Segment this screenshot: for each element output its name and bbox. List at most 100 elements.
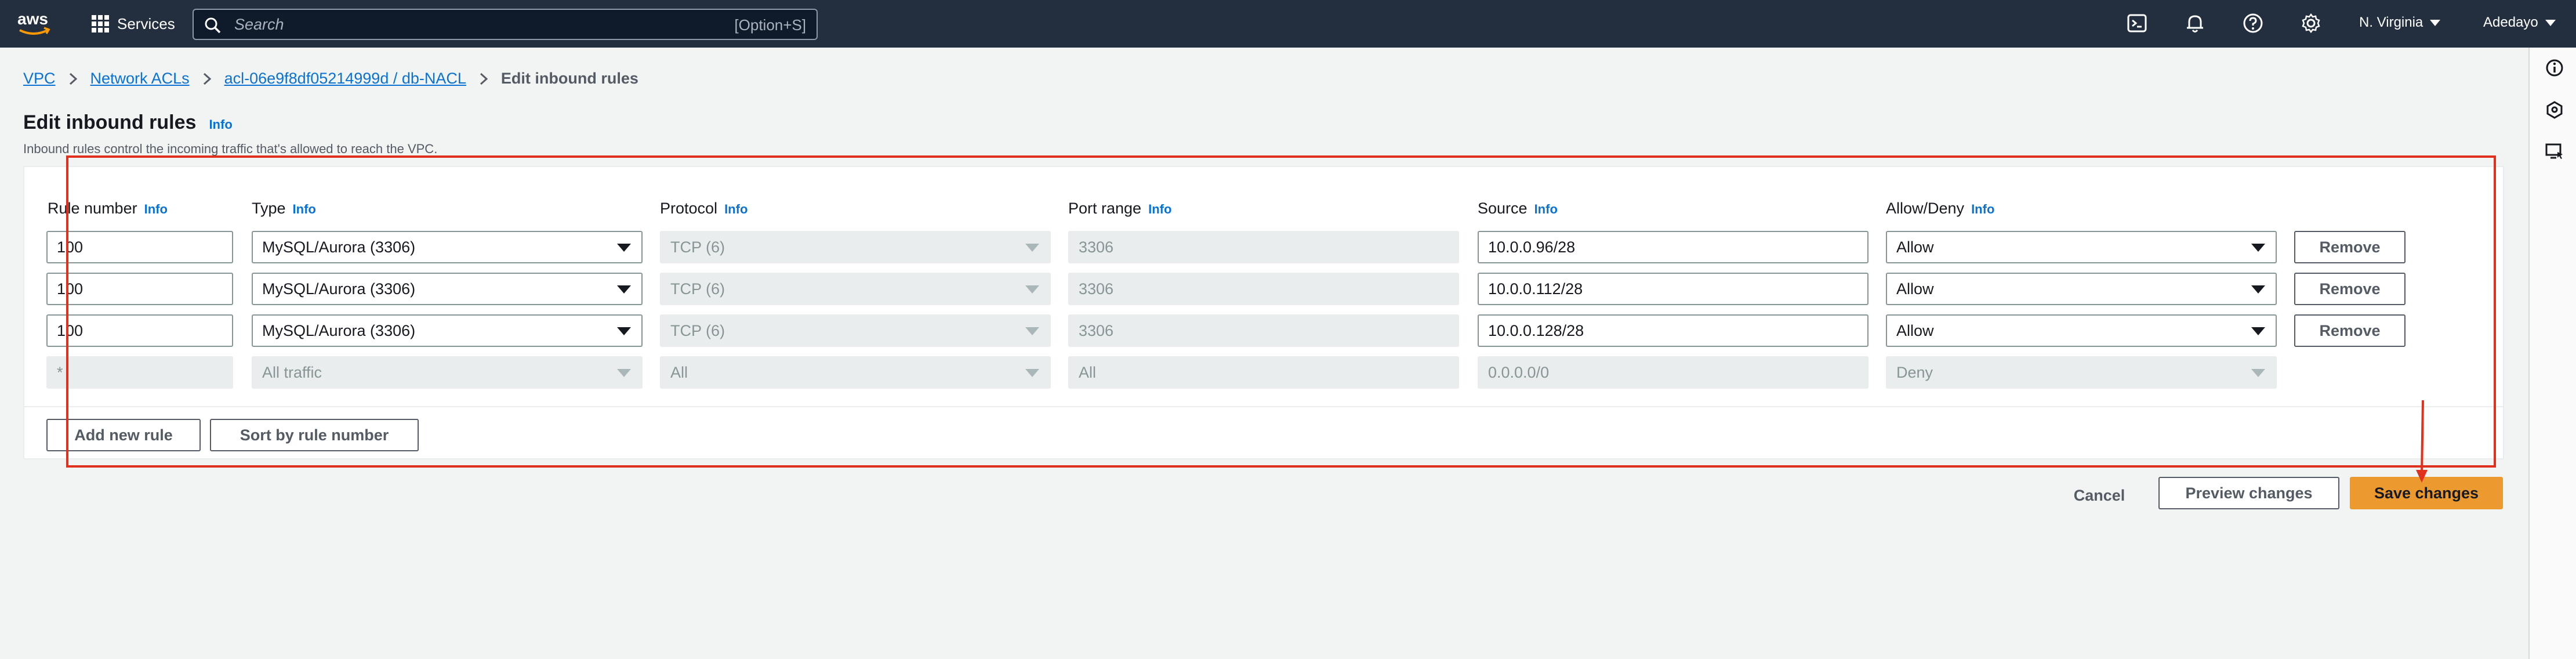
protocol-value: TCP (6): [670, 280, 725, 298]
type-value: MySQL/Aurora (3306): [262, 321, 416, 339]
caret-down-icon: [2430, 19, 2441, 26]
default-type-select: All traffic: [252, 356, 643, 389]
column-label: Allow/Deny: [1886, 200, 1965, 217]
caret-down-icon: [1025, 327, 1039, 335]
page-title-text: Edit inbound rules: [23, 111, 197, 133]
source-input[interactable]: 10.0.0.96/28: [1478, 231, 1868, 263]
port-range-input: 3306: [1068, 231, 1459, 263]
chevron-right-icon: [69, 73, 77, 85]
breadcrumb-acl[interactable]: acl-06e9f8df05214999d / db-NACL: [224, 70, 466, 88]
region-selector[interactable]: N. Virginia: [2359, 15, 2441, 31]
breadcrumb: VPC Network ACLs acl-06e9f8df05214999d /…: [23, 70, 638, 88]
caret-down-icon: [2251, 285, 2265, 294]
info-link[interactable]: Info: [1148, 202, 1171, 217]
column-header-type: Type Info: [252, 200, 316, 218]
source-input[interactable]: 10.0.0.128/28: [1478, 314, 1868, 347]
column-header-allow-deny: Allow/Deny Info: [1886, 200, 1994, 218]
info-panel-icon[interactable]: [2545, 58, 2564, 78]
search-box[interactable]: [Option+S]: [193, 9, 818, 40]
default-protocol-select: All: [660, 356, 1051, 389]
caret-down-icon: [617, 327, 631, 335]
default-rule-number: *: [46, 356, 233, 389]
help-icon[interactable]: [2241, 12, 2265, 35]
add-new-rule-button[interactable]: Add new rule: [46, 419, 201, 451]
rule-number-input[interactable]: 100: [46, 231, 233, 263]
rule-number-input[interactable]: 100: [46, 314, 233, 347]
search-shortcut: [Option+S]: [734, 16, 806, 34]
remove-rule-button[interactable]: Remove: [2294, 273, 2406, 305]
caret-down-icon: [617, 285, 631, 294]
type-select[interactable]: MySQL/Aurora (3306): [252, 273, 643, 305]
info-link[interactable]: Info: [293, 202, 316, 217]
protocol-value: TCP (6): [670, 238, 725, 256]
search-icon: [205, 17, 221, 34]
info-link[interactable]: Info: [1971, 202, 1994, 217]
caret-down-icon: [1025, 244, 1039, 252]
protocol-select: TCP (6): [660, 273, 1051, 305]
action-value: Allow: [1896, 238, 1934, 256]
info-link[interactable]: Info: [144, 202, 168, 217]
page-title: Edit inbound rules Info: [23, 111, 233, 134]
default-port-range: All: [1068, 356, 1459, 389]
svg-text:aws: aws: [17, 10, 48, 28]
remove-rule-button[interactable]: Remove: [2294, 231, 2406, 263]
column-header-rule-number: Rule number Info: [48, 200, 168, 218]
info-link[interactable]: Info: [724, 202, 748, 217]
type-value: MySQL/Aurora (3306): [262, 238, 416, 256]
action-value: Allow: [1896, 280, 1934, 298]
column-header-port-range: Port range Info: [1068, 200, 1171, 218]
column-header-protocol: Protocol Info: [660, 200, 748, 218]
services-menu[interactable]: Services: [92, 13, 175, 35]
aws-logo[interactable]: aws: [16, 8, 52, 38]
chevron-right-icon: [480, 73, 488, 85]
allow-deny-select[interactable]: Allow: [1886, 273, 2277, 305]
cancel-button[interactable]: Cancel: [2065, 479, 2134, 512]
type-value: MySQL/Aurora (3306): [262, 280, 416, 298]
type-select[interactable]: MySQL/Aurora (3306): [252, 314, 643, 347]
protocol-select: TCP (6): [660, 314, 1051, 347]
display-settings-icon[interactable]: [2545, 142, 2564, 161]
breadcrumb-vpc[interactable]: VPC: [23, 70, 56, 88]
divider: [24, 406, 2503, 407]
source-input[interactable]: 10.0.0.112/28: [1478, 273, 1868, 305]
right-tools-rail: [2528, 48, 2576, 659]
allow-deny-select[interactable]: Allow: [1886, 314, 2277, 347]
search-input[interactable]: [234, 15, 698, 34]
save-changes-button[interactable]: Save changes: [2350, 477, 2503, 509]
preview-changes-button[interactable]: Preview changes: [2158, 477, 2339, 509]
column-label: Port range: [1068, 200, 1142, 217]
action-value: Deny: [1896, 363, 1933, 381]
title-info-link[interactable]: Info: [209, 117, 232, 132]
column-label: Rule number: [48, 200, 137, 217]
user-name: Adedayo: [2483, 15, 2538, 30]
cloudshell-feedback-icon[interactable]: [2545, 100, 2564, 120]
column-label: Protocol: [660, 200, 718, 217]
gear-icon[interactable]: [2299, 12, 2323, 35]
services-label: Services: [117, 15, 175, 32]
protocol-value: All: [670, 363, 688, 381]
grid-icon: [92, 15, 109, 32]
region-label: N. Virginia: [2359, 15, 2423, 30]
caret-down-icon: [2251, 369, 2265, 377]
caret-down-icon: [617, 369, 631, 377]
breadcrumb-network-acls[interactable]: Network ACLs: [90, 70, 190, 88]
remove-rule-button[interactable]: Remove: [2294, 314, 2406, 347]
account-menu[interactable]: Adedayo: [2483, 15, 2556, 31]
allow-deny-select[interactable]: Allow: [1886, 231, 2277, 263]
chevron-right-icon: [203, 73, 211, 85]
cloudshell-icon[interactable]: [2125, 12, 2149, 35]
column-label: Type: [252, 200, 286, 217]
default-allow-deny-select: Deny: [1886, 356, 2277, 389]
type-select[interactable]: MySQL/Aurora (3306): [252, 231, 643, 263]
action-value: Allow: [1896, 321, 1934, 339]
default-source: 0.0.0.0/0: [1478, 356, 1868, 389]
caret-down-icon: [1025, 285, 1039, 294]
breadcrumb-current: Edit inbound rules: [500, 70, 638, 87]
bell-icon[interactable]: [2183, 12, 2207, 35]
rule-number-input[interactable]: 100: [46, 273, 233, 305]
type-value: All traffic: [262, 363, 322, 381]
caret-down-icon: [617, 244, 631, 252]
info-link[interactable]: Info: [1534, 202, 1558, 217]
column-label: Source: [1478, 200, 1528, 217]
sort-by-rule-number-button[interactable]: Sort by rule number: [210, 419, 419, 451]
